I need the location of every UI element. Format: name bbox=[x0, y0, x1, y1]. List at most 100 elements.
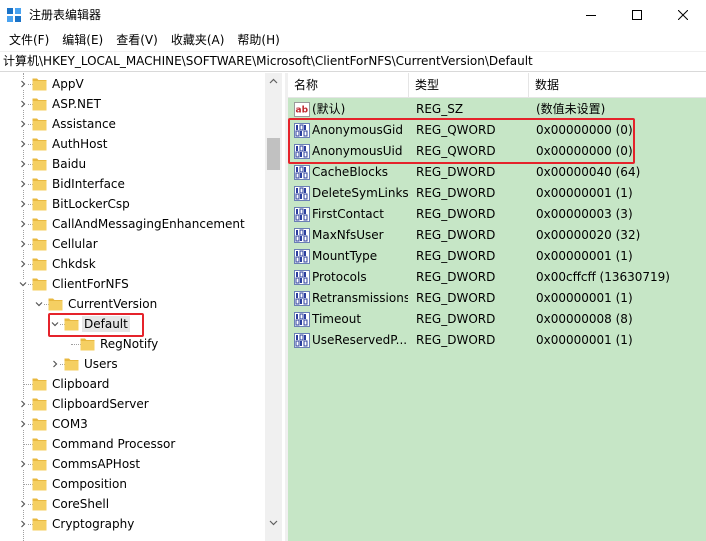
tree-item[interactable]: Clipboard bbox=[0, 374, 265, 394]
chevron-right-icon[interactable] bbox=[18, 519, 28, 529]
tree-item[interactable]: Users bbox=[0, 354, 265, 374]
tree-item-label: Cellular bbox=[52, 237, 98, 251]
value-name: MaxNfsUser bbox=[312, 228, 384, 242]
chevron-right-icon[interactable] bbox=[18, 419, 28, 429]
tree-scrollbar[interactable] bbox=[265, 73, 282, 541]
value-row[interactable]: MaxNfsUser REG_DWORD 0x00000020 (32) bbox=[288, 225, 706, 246]
value-type: REG_DWORD bbox=[416, 312, 496, 326]
chevron-right-icon[interactable] bbox=[18, 99, 28, 109]
tree-item[interactable]: Chkdsk bbox=[0, 254, 265, 274]
string-value-icon: ab bbox=[294, 102, 310, 117]
tree-item[interactable]: RegNotify bbox=[0, 334, 265, 354]
tree-item[interactable]: Cellular bbox=[0, 234, 265, 254]
tree-item[interactable]: Command Processor bbox=[0, 434, 265, 454]
title-bar[interactable]: 注册表编辑器 bbox=[0, 0, 706, 29]
scroll-down-arrow-icon[interactable] bbox=[269, 518, 278, 527]
tree-item[interactable]: CallAndMessagingEnhancement bbox=[0, 214, 265, 234]
chevron-right-icon[interactable] bbox=[18, 159, 28, 169]
tree-item[interactable]: CommsAPHost bbox=[0, 454, 265, 474]
tree-item-label: AuthHost bbox=[52, 137, 108, 151]
tree-item-label: CurrentVersion bbox=[68, 297, 158, 311]
tree-item[interactable]: ClientForNFS bbox=[0, 274, 265, 294]
tree-item[interactable]: AuthHost bbox=[0, 134, 265, 154]
folder-icon bbox=[32, 258, 47, 271]
value-row[interactable]: Retransmissions REG_DWORD 0x00000001 (1) bbox=[288, 288, 706, 309]
tree-item-label: Chkdsk bbox=[52, 257, 96, 271]
value-row[interactable]: UseReservedP... REG_DWORD 0x00000001 (1) bbox=[288, 330, 706, 351]
column-header-name[interactable]: 名称 bbox=[288, 73, 409, 98]
tree-item[interactable]: ClipboardServer bbox=[0, 394, 265, 414]
minimize-button[interactable] bbox=[568, 0, 614, 29]
value-row[interactable]: MountType REG_DWORD 0x00000001 (1) bbox=[288, 246, 706, 267]
value-row[interactable]: Protocols REG_DWORD 0x00cffcff (13630719) bbox=[288, 267, 706, 288]
scroll-up-arrow-icon[interactable] bbox=[269, 77, 278, 86]
value-data: 0x00cffcff (13630719) bbox=[536, 270, 670, 284]
menu-edit[interactable]: 编辑(E) bbox=[56, 30, 109, 50]
highlight-box-anonymous-values bbox=[288, 118, 635, 164]
chevron-right-icon[interactable] bbox=[18, 499, 28, 509]
chevron-right-icon[interactable] bbox=[18, 139, 28, 149]
chevron-right-icon[interactable] bbox=[18, 239, 28, 249]
tree-item-label: Cryptography bbox=[52, 517, 135, 531]
value-data: 0x00000001 (1) bbox=[536, 249, 633, 263]
close-button[interactable] bbox=[660, 0, 706, 29]
address-bar[interactable]: 计算机\HKEY_LOCAL_MACHINE\SOFTWARE\Microsof… bbox=[0, 51, 706, 72]
folder-icon bbox=[32, 418, 47, 431]
tree-item[interactable]: CoreShell bbox=[0, 494, 265, 514]
svg-text:ab: ab bbox=[296, 106, 309, 116]
menu-help[interactable]: 帮助(H) bbox=[231, 30, 285, 50]
chevron-right-icon[interactable] bbox=[18, 219, 28, 229]
menu-favorites[interactable]: 收藏夹(A) bbox=[165, 30, 231, 50]
value-row[interactable]: CacheBlocks REG_DWORD 0x00000040 (64) bbox=[288, 162, 706, 183]
regedit-app-icon bbox=[7, 8, 21, 22]
chevron-down-icon[interactable] bbox=[34, 299, 44, 309]
menu-view[interactable]: 查看(V) bbox=[110, 30, 164, 50]
value-data: 0x00000040 (64) bbox=[536, 165, 641, 179]
maximize-button[interactable] bbox=[614, 0, 660, 29]
chevron-right-icon[interactable] bbox=[18, 399, 28, 409]
tree-item[interactable]: BidInterface bbox=[0, 174, 265, 194]
chevron-right-icon[interactable] bbox=[18, 199, 28, 209]
folder-icon bbox=[32, 518, 47, 531]
chevron-right-icon[interactable] bbox=[18, 459, 28, 469]
chevron-right-icon[interactable] bbox=[18, 119, 28, 129]
folder-icon bbox=[32, 98, 47, 111]
tree-item[interactable]: CurrentVersion bbox=[0, 294, 265, 314]
menu-bar: 文件(F) 编辑(E) 查看(V) 收藏夹(A) 帮助(H) bbox=[0, 29, 706, 50]
tree-item-label: AppV bbox=[52, 77, 84, 91]
folder-icon bbox=[32, 378, 47, 391]
folder-icon bbox=[32, 198, 47, 211]
chevron-right-icon[interactable] bbox=[50, 359, 60, 369]
key-tree: AppV ASP.NET Assistance AuthHost Baidu BidInt… bbox=[0, 73, 285, 541]
tree-scrollbar-thumb[interactable] bbox=[267, 138, 280, 170]
tree-item[interactable]: Cryptography bbox=[0, 514, 265, 534]
tree-item[interactable]: Composition bbox=[0, 474, 265, 494]
tree-item[interactable]: COM3 bbox=[0, 414, 265, 434]
chevron-right-icon[interactable] bbox=[18, 79, 28, 89]
column-header-type[interactable]: 类型 bbox=[409, 73, 529, 98]
tree-item-label: COM3 bbox=[52, 417, 88, 431]
tree-item[interactable]: Baidu bbox=[0, 154, 265, 174]
value-type: REG_DWORD bbox=[416, 291, 496, 305]
menu-file[interactable]: 文件(F) bbox=[3, 30, 55, 50]
value-list: 名称 类型 数据 ab (默认) REG_SZ (数值未设置) AnonymousGid… bbox=[288, 73, 706, 541]
value-row[interactable]: ab (默认) REG_SZ (数值未设置) bbox=[288, 99, 706, 120]
tree-item[interactable]: BitLockerCsp bbox=[0, 194, 265, 214]
value-row[interactable]: FirstContact REG_DWORD 0x00000003 (3) bbox=[288, 204, 706, 225]
value-type: REG_DWORD bbox=[416, 249, 496, 263]
folder-icon bbox=[32, 498, 47, 511]
tree-item[interactable]: AppV bbox=[0, 74, 265, 94]
tree-item[interactable]: Assistance bbox=[0, 114, 265, 134]
folder-icon bbox=[32, 478, 47, 491]
column-header-data[interactable]: 数据 bbox=[529, 73, 706, 98]
value-row[interactable]: DeleteSymLinks REG_DWORD 0x00000001 (1) bbox=[288, 183, 706, 204]
chevron-right-icon[interactable] bbox=[18, 259, 28, 269]
value-type: REG_DWORD bbox=[416, 228, 496, 242]
tree-item-label: ASP.NET bbox=[52, 97, 101, 111]
chevron-right-icon[interactable] bbox=[18, 179, 28, 189]
chevron-down-icon[interactable] bbox=[18, 279, 28, 289]
tree-item[interactable]: ASP.NET bbox=[0, 94, 265, 114]
value-name: UseReservedP... bbox=[312, 333, 408, 347]
value-row[interactable]: Timeout REG_DWORD 0x00000008 (8) bbox=[288, 309, 706, 330]
value-data: 0x00000020 (32) bbox=[536, 228, 641, 242]
